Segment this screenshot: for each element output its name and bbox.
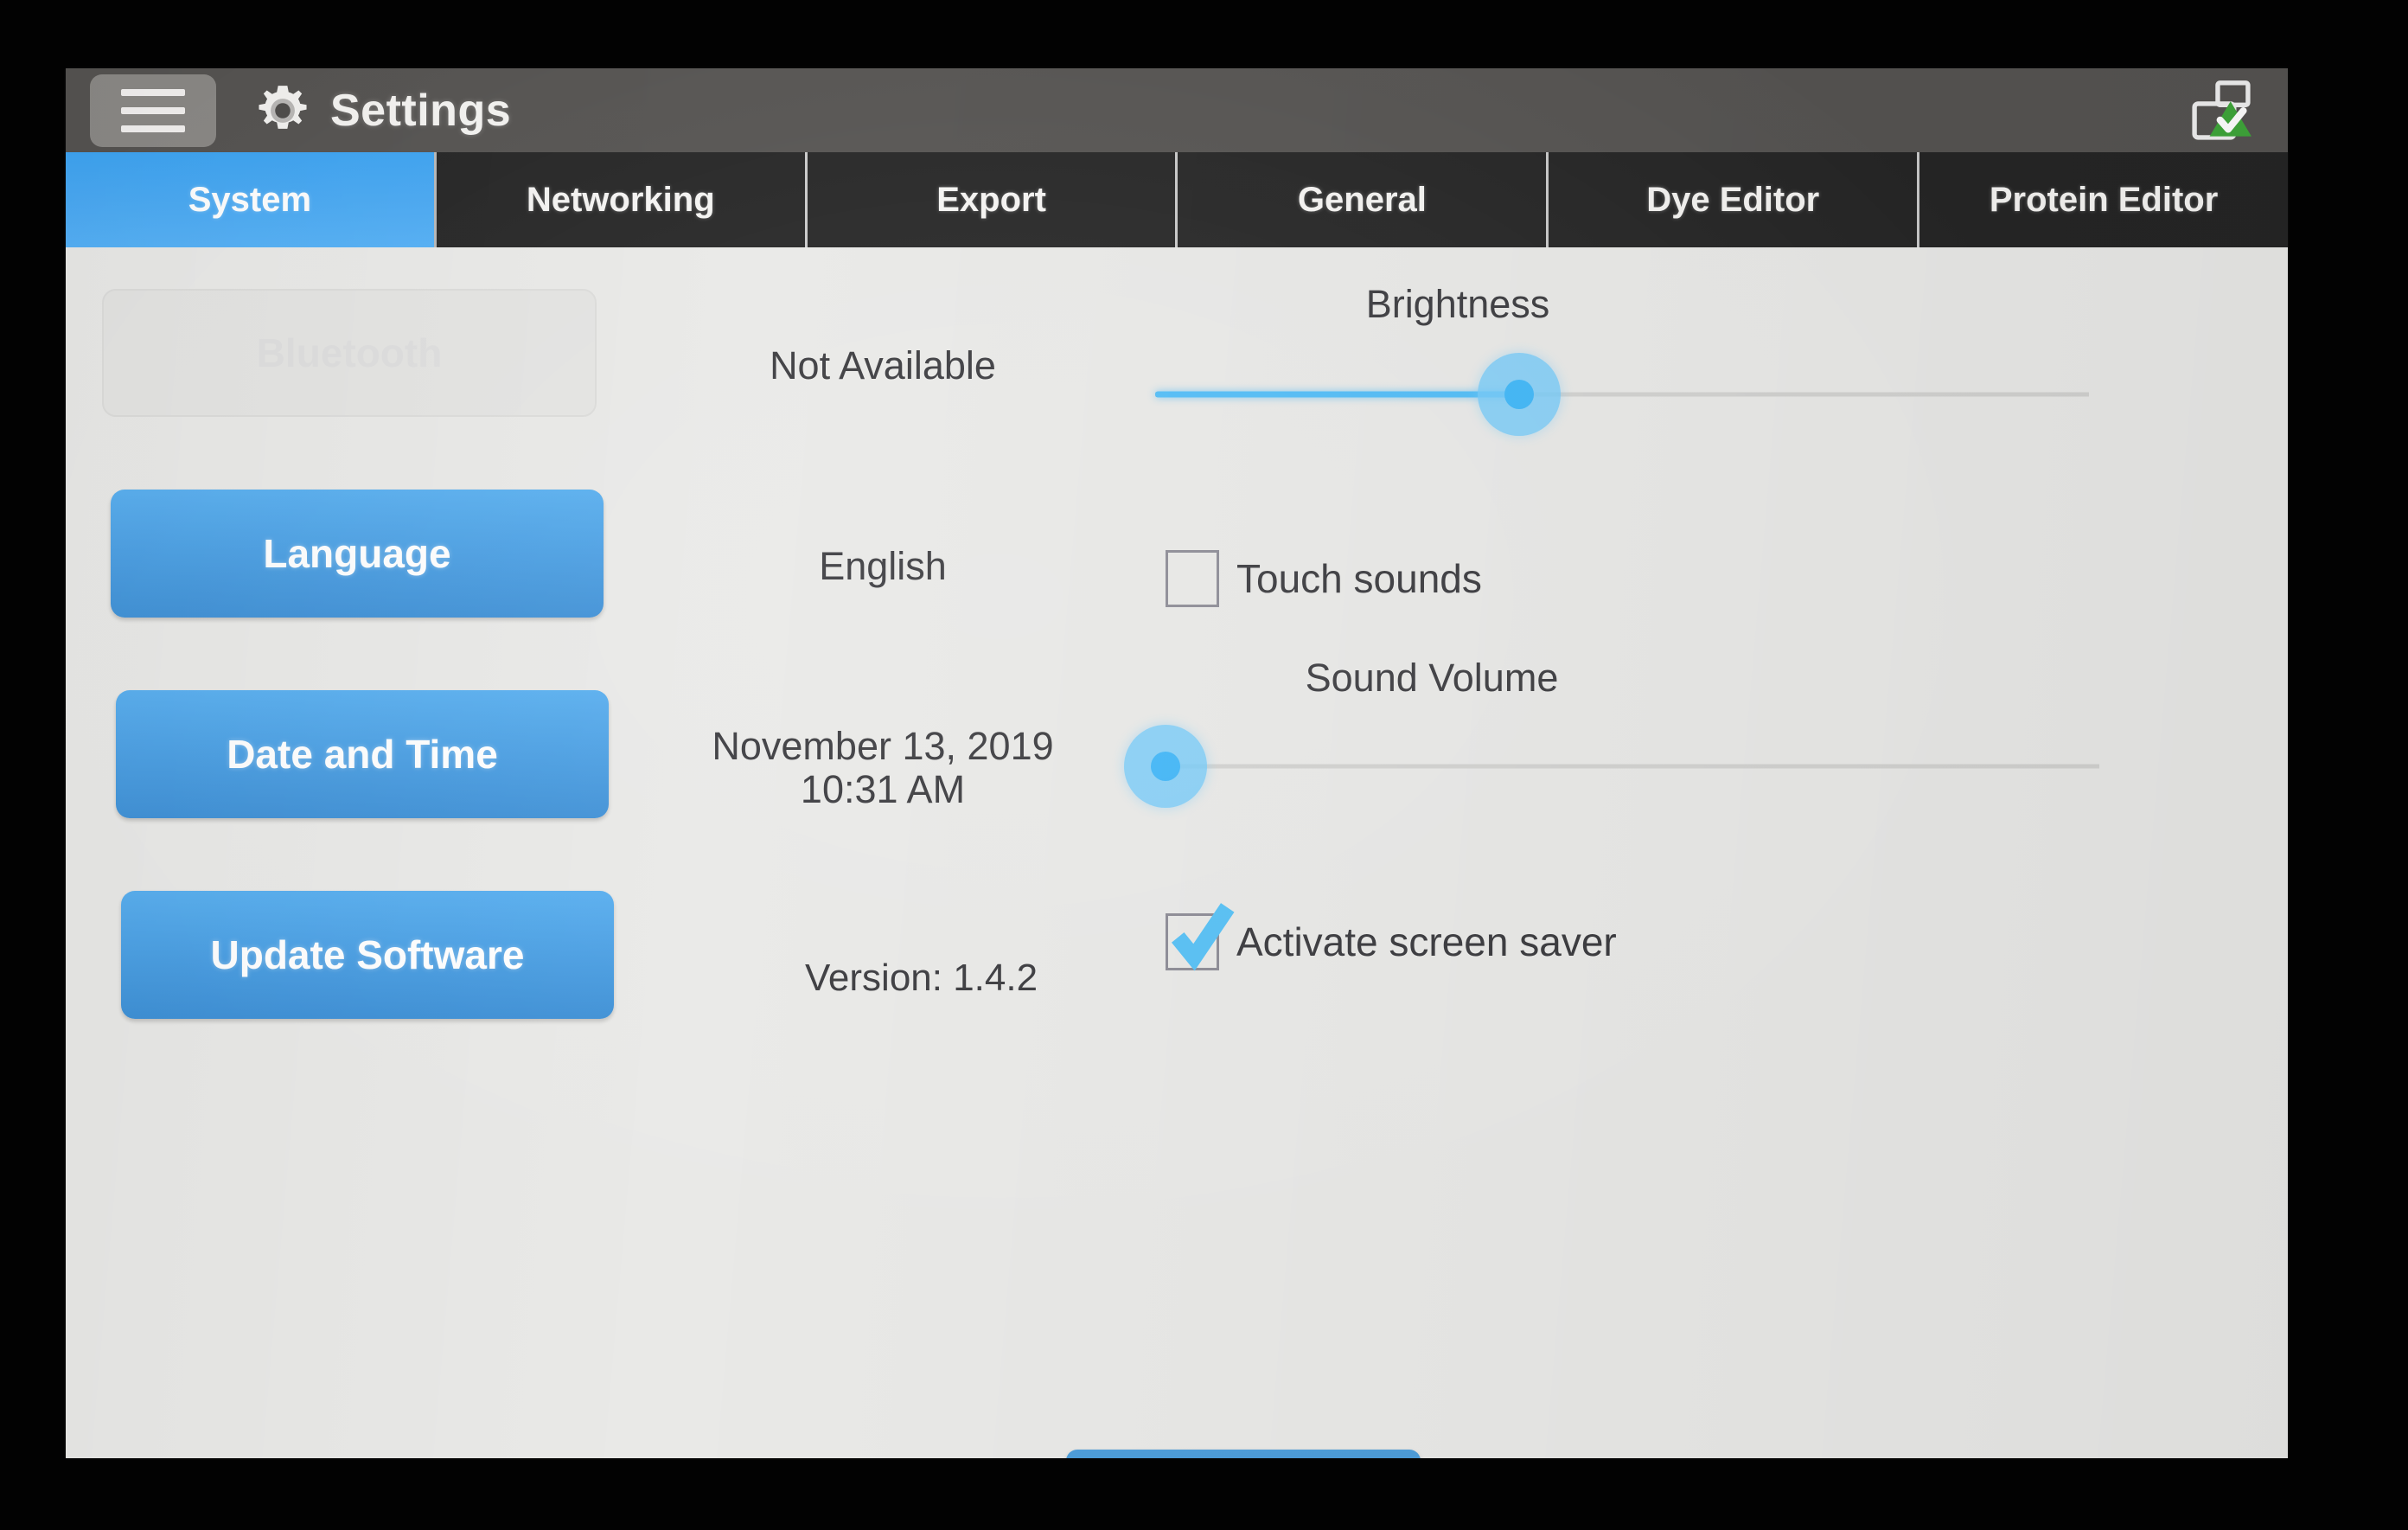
touch-sounds-checkbox[interactable] [1166,550,1219,607]
screen-saver-checkbox[interactable] [1166,903,1235,971]
update-software-button[interactable]: Update Software [121,891,614,1019]
date-value: November 13, 2019 [712,724,1054,768]
hamburger-menu-icon[interactable] [90,74,216,147]
sound-volume-slider[interactable] [1124,725,2099,808]
hamburger-line [121,88,185,96]
tab-networking[interactable]: Networking [436,152,808,247]
date-and-time-button[interactable]: Date and Time [116,690,609,818]
brightness-track-fill [1155,391,1520,398]
tab-bar: System Networking Export General Dye Edi… [66,152,2288,247]
tab-export[interactable]: Export [807,152,1178,247]
done-button[interactable]: Done [1066,1450,1421,1458]
date-time-value: November 13, 2019 10:31 AM [641,724,1125,812]
tab-dye-editor[interactable]: Dye Editor [1549,152,1920,247]
software-version-value: Version: 1.4.2 [805,957,1038,999]
tab-system[interactable]: System [66,152,437,247]
touch-sounds-label: Touch sounds [1236,556,1482,601]
language-button[interactable]: Language [111,490,604,618]
hamburger-line [121,106,185,114]
tab-protein-editor[interactable]: Protein Editor [1919,152,2288,247]
bluetooth-status-value: Not Available [770,343,996,387]
gear-icon [254,82,311,139]
brightness-label: Brightness [1365,282,1550,326]
device-bezel: Settings System Networking Export Genera… [0,0,2408,1530]
bluetooth-button[interactable]: Bluetooth [102,289,597,417]
title-bar: Settings [66,68,2288,152]
touch-sounds-checkbox-row[interactable]: Touch sounds [1166,550,1482,607]
brightness-thumb[interactable] [1504,380,1535,409]
brightness-slider[interactable] [1155,353,2089,436]
sound-volume-label: Sound Volume [1305,656,1559,700]
display-controls-column: Brightness Touch sounds Sound Volume Act… [1124,247,2288,1458]
page-title: Settings [330,85,512,136]
tab-general[interactable]: General [1178,152,1549,247]
screen-saver-checkbox-row[interactable]: Activate screen saver [1166,903,1617,971]
time-value: 10:31 AM [800,767,966,812]
language-value: English [819,544,947,588]
sound-volume-thumb[interactable] [1151,752,1180,781]
sound-volume-track [1166,764,2099,769]
instrument-status-ok-icon[interactable] [2184,74,2258,148]
settings-button-column: Bluetooth Language Date and Time Update … [100,289,636,1091]
touchscreen-display: Settings System Networking Export Genera… [66,68,2288,1458]
checkmark-icon [1163,895,1242,975]
screen-saver-label: Activate screen saver [1236,919,1617,964]
hamburger-line [121,125,185,132]
settings-panel: Bluetooth Language Date and Time Update … [66,247,2288,1458]
